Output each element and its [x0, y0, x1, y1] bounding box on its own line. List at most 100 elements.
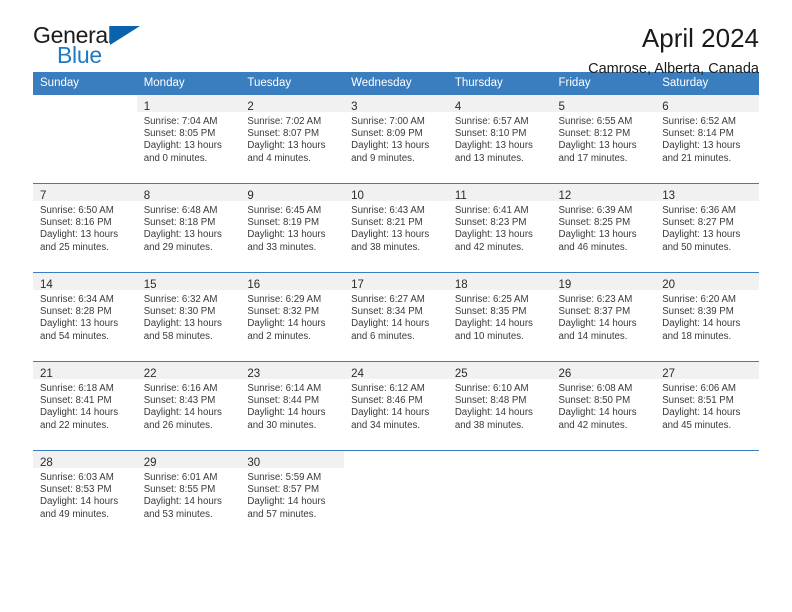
- calendar-cell: 2 Sunrise: 7:02 AM Sunset: 8:07 PM Daylight…: [240, 95, 345, 184]
- title-block: April 2024 Camrose, Alberta, Canada: [588, 22, 759, 79]
- day-details: Sunrise: 6:18 AM Sunset: 8:41 PM Daylight:…: [33, 379, 137, 432]
- sunrise-text: Sunrise: 6:45 AM: [247, 205, 322, 216]
- day-cell[interactable]: 23 Sunrise: 6:14 AM Sunset: 8:44 PM Dayligh…: [240, 362, 345, 450]
- daylight-text-line1: Daylight: 13 hours: [40, 318, 119, 330]
- sunset-text: Sunset: 8:46 PM: [351, 395, 423, 407]
- sunrise-text: Sunrise: 7:00 AM: [351, 116, 425, 127]
- day-cell[interactable]: 14 Sunrise: 6:34 AM Sunset: 8:28 PM Dayligh…: [33, 273, 137, 361]
- day-cell[interactable]: 22 Sunrise: 6:16 AM Sunset: 8:43 PM Dayligh…: [136, 362, 241, 450]
- day-cell[interactable]: 13 Sunrise: 6:36 AM Sunset: 8:27 PM Dayligh…: [655, 184, 759, 272]
- day-details: Sunrise: 6:03 AM Sunset: 8:53 PM Daylight:…: [33, 468, 137, 521]
- day-number: 12: [558, 190, 572, 202]
- day-cell[interactable]: 20 Sunrise: 6:20 AM Sunset: 8:39 PM Dayligh…: [655, 273, 759, 361]
- day-cell[interactable]: 30 Sunrise: 5:59 AM Sunset: 8:57 PM Dayligh…: [240, 451, 345, 539]
- calendar-cell: 7 Sunrise: 6:50 AM Sunset: 8:16 PM Daylight…: [33, 183, 137, 273]
- page-header: General Blue April 2024 Camrose, Alberta…: [33, 0, 759, 77]
- sunrise-text: Sunrise: 6:12 AM: [351, 383, 425, 394]
- daylight-text-line1: Daylight: 14 hours: [351, 318, 430, 330]
- sunrise-text: Sunrise: 5:59 AM: [247, 472, 322, 483]
- daylight-text-line2: and 26 minutes.: [143, 419, 213, 431]
- daylight-text-line1: Daylight: 13 hours: [351, 140, 430, 152]
- day-cell[interactable]: 7 Sunrise: 6:50 AM Sunset: 8:16 PM Daylight…: [33, 184, 137, 272]
- daylight-text-line2: and 2 minutes.: [247, 330, 311, 342]
- day-cell[interactable]: 27 Sunrise: 6:06 AM Sunset: 8:51 PM Dayligh…: [655, 362, 759, 450]
- day-details: Sunrise: 7:02 AM Sunset: 8:07 PM Daylight:…: [240, 112, 344, 165]
- day-cell[interactable]: 16 Sunrise: 6:29 AM Sunset: 8:32 PM Dayligh…: [240, 273, 345, 361]
- daylight-text-line2: and 17 minutes.: [558, 152, 628, 164]
- day-cell[interactable]: 1 Sunrise: 7:04 AM Sunset: 8:05 PM Daylight…: [136, 95, 241, 183]
- day-number: 25: [454, 368, 468, 380]
- sunset-text: Sunset: 8:28 PM: [40, 306, 112, 318]
- day-cell[interactable]: 8 Sunrise: 6:48 AM Sunset: 8:18 PM Daylight…: [136, 184, 241, 272]
- day-cell[interactable]: 24 Sunrise: 6:12 AM Sunset: 8:46 PM Dayligh…: [344, 362, 448, 450]
- day-cell[interactable]: 4 Sunrise: 6:57 AM Sunset: 8:10 PM Daylight…: [447, 95, 552, 183]
- day-cell[interactable]: 11 Sunrise: 6:41 AM Sunset: 8:23 PM Dayligh…: [447, 184, 552, 272]
- calendar-cell: 16 Sunrise: 6:29 AM Sunset: 8:32 PM Dayligh…: [240, 272, 345, 362]
- day-cell[interactable]: 29 Sunrise: 6:01 AM Sunset: 8:55 PM Dayligh…: [136, 451, 241, 539]
- sunrise-text: Sunrise: 6:55 AM: [558, 116, 633, 127]
- daylight-text-line1: Daylight: 13 hours: [247, 229, 326, 241]
- day-cell[interactable]: 19 Sunrise: 6:23 AM Sunset: 8:37 PM Dayligh…: [551, 273, 656, 361]
- daylight-text-line1: Daylight: 13 hours: [454, 229, 533, 241]
- day-cell[interactable]: 5 Sunrise: 6:55 AM Sunset: 8:12 PM Daylight…: [551, 95, 656, 183]
- day-details: Sunrise: 6:50 AM Sunset: 8:16 PM Daylight:…: [33, 201, 137, 254]
- sunrise-text: Sunrise: 6:01 AM: [143, 472, 218, 483]
- day-number-band: 7: [33, 184, 137, 202]
- day-details: Sunrise: 6:01 AM Sunset: 8:55 PM Daylight:…: [137, 468, 241, 521]
- day-number-band: 26: [551, 362, 656, 380]
- day-number: 23: [247, 368, 261, 380]
- day-number-band: 24: [344, 362, 448, 380]
- day-cell[interactable]: 26 Sunrise: 6:08 AM Sunset: 8:50 PM Dayligh…: [551, 362, 656, 450]
- day-cell[interactable]: 10 Sunrise: 6:43 AM Sunset: 8:21 PM Dayligh…: [344, 184, 448, 272]
- day-number: 2: [247, 101, 254, 113]
- calendar-cell: 5 Sunrise: 6:55 AM Sunset: 8:12 PM Daylight…: [551, 95, 656, 184]
- day-cell[interactable]: 25 Sunrise: 6:10 AM Sunset: 8:48 PM Dayligh…: [447, 362, 552, 450]
- sunrise-text: Sunrise: 6:14 AM: [247, 383, 322, 394]
- day-cell[interactable]: 18 Sunrise: 6:25 AM Sunset: 8:35 PM Dayligh…: [447, 273, 552, 361]
- day-cell[interactable]: 17 Sunrise: 6:27 AM Sunset: 8:34 PM Dayligh…: [344, 273, 448, 361]
- sunrise-text: Sunrise: 6:08 AM: [558, 383, 633, 394]
- daylight-text-line2: and 58 minutes.: [143, 330, 213, 342]
- day-number-band: 21: [33, 362, 137, 380]
- sunrise-text: Sunrise: 6:25 AM: [454, 294, 529, 305]
- page-title: April 2024: [641, 23, 759, 53]
- day-number-band: 29: [136, 451, 241, 469]
- day-number: 15: [143, 279, 157, 291]
- day-details: Sunrise: 6:48 AM Sunset: 8:18 PM Daylight:…: [137, 201, 241, 254]
- calendar-page: General Blue April 2024 Camrose, Alberta…: [0, 0, 792, 612]
- sunset-text: Sunset: 8:34 PM: [351, 306, 423, 318]
- day-cell[interactable]: 21 Sunrise: 6:18 AM Sunset: 8:41 PM Dayligh…: [33, 362, 137, 450]
- sunset-text: Sunset: 8:14 PM: [662, 128, 734, 140]
- sunrise-text: Sunrise: 7:04 AM: [143, 116, 218, 127]
- day-number-band: 1: [136, 95, 241, 113]
- day-number-band: 18: [447, 273, 552, 291]
- calendar-cell: [33, 95, 137, 184]
- day-details: Sunrise: 6:12 AM Sunset: 8:46 PM Daylight:…: [344, 379, 448, 432]
- sunset-text: Sunset: 8:53 PM: [40, 484, 112, 496]
- day-number-band: 19: [551, 273, 656, 291]
- day-number: 13: [662, 190, 676, 202]
- daylight-text-line2: and 50 minutes.: [662, 241, 732, 253]
- day-cell[interactable]: 12 Sunrise: 6:39 AM Sunset: 8:25 PM Dayligh…: [551, 184, 656, 272]
- sunrise-text: Sunrise: 6:52 AM: [662, 116, 736, 127]
- day-cell[interactable]: 3 Sunrise: 7:00 AM Sunset: 8:09 PM Daylight…: [344, 95, 448, 183]
- sunset-text: Sunset: 8:16 PM: [40, 217, 112, 229]
- logo-text-blue: Blue: [57, 42, 102, 68]
- daylight-text-line1: Daylight: 13 hours: [40, 229, 119, 241]
- daylight-text-line2: and 9 minutes.: [351, 152, 415, 164]
- day-cell[interactable]: 6 Sunrise: 6:52 AM Sunset: 8:14 PM Daylight…: [655, 95, 759, 183]
- daylight-text-line2: and 10 minutes.: [454, 330, 524, 342]
- day-cell[interactable]: 15 Sunrise: 6:32 AM Sunset: 8:30 PM Dayligh…: [136, 273, 241, 361]
- day-cell[interactable]: 28 Sunrise: 6:03 AM Sunset: 8:53 PM Dayligh…: [33, 451, 137, 539]
- sunset-text: Sunset: 8:43 PM: [143, 395, 216, 407]
- day-cell[interactable]: 2 Sunrise: 7:02 AM Sunset: 8:07 PM Daylight…: [240, 95, 345, 183]
- day-details: Sunrise: 6:41 AM Sunset: 8:23 PM Daylight:…: [448, 201, 552, 254]
- day-number-band: [551, 451, 656, 468]
- calendar-cell: 13 Sunrise: 6:36 AM Sunset: 8:27 PM Dayligh…: [655, 183, 759, 273]
- sunset-text: Sunset: 8:37 PM: [558, 306, 631, 318]
- day-cell[interactable]: 9 Sunrise: 6:45 AM Sunset: 8:19 PM Daylight…: [240, 184, 345, 272]
- sunrise-text: Sunrise: 6:34 AM: [40, 294, 114, 305]
- sunset-text: Sunset: 8:41 PM: [40, 395, 112, 407]
- sunrise-text: Sunrise: 6:36 AM: [662, 205, 736, 216]
- sunset-text: Sunset: 8:10 PM: [454, 128, 527, 140]
